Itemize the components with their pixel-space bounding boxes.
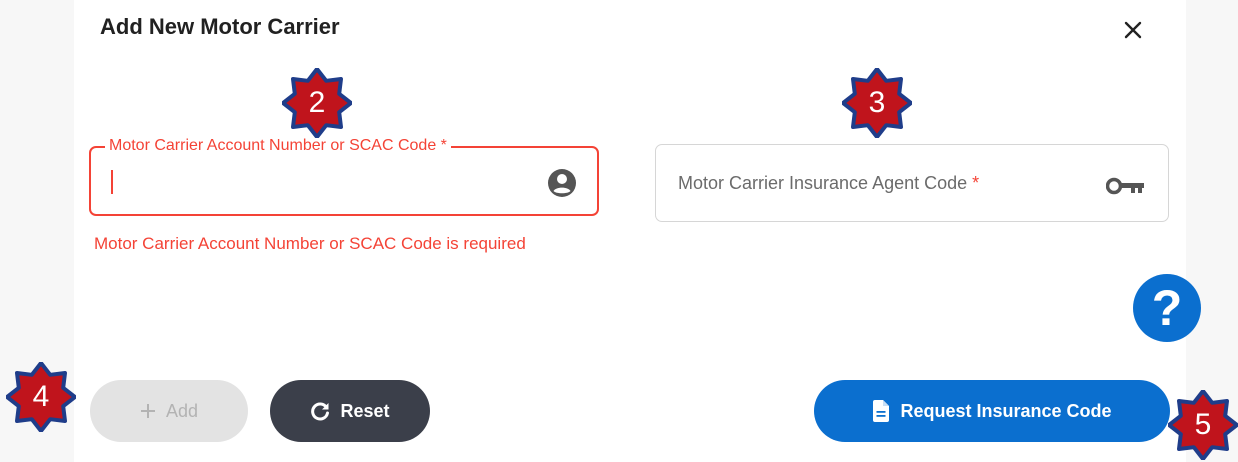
reset-button-label: Reset [340,400,390,421]
add-button-label: Add [165,400,199,421]
annotation-badge-3: 3 [842,68,912,138]
close-button[interactable] [1119,16,1147,44]
insurance-agent-code-placeholder: Motor Carrier Insurance Agent Code * [678,173,980,193]
account-number-input[interactable] [91,148,597,214]
annotation-badge-4: 4 [6,362,76,432]
key-icon [1106,177,1144,195]
annotation-badge-2: 2 [282,68,352,138]
account-number-error: Motor Carrier Account Number or SCAC Cod… [94,234,526,253]
help-button[interactable]: ? [1133,274,1201,342]
help-question-icon: ? [1151,280,1183,336]
request-insurance-code-button[interactable]: Request Insurance Code [814,380,1170,442]
insurance-agent-code-field[interactable]: Motor Carrier Insurance Agent Code * [655,144,1169,222]
refresh-icon [311,402,330,421]
annotation-badge-5: 5 [1168,390,1238,460]
plus-icon [140,404,155,418]
person-circle-icon [548,169,576,197]
text-caret [111,170,113,194]
account-number-field[interactable]: Motor Carrier Account Number or SCAC Cod… [89,137,599,216]
request-insurance-code-label: Request Insurance Code [900,400,1112,421]
add-button[interactable]: Add [90,380,248,442]
dialog-title: Add New Motor Carrier [100,14,340,39]
reset-button[interactable]: Reset [270,380,430,442]
close-icon [1124,21,1142,39]
document-icon [873,400,890,422]
